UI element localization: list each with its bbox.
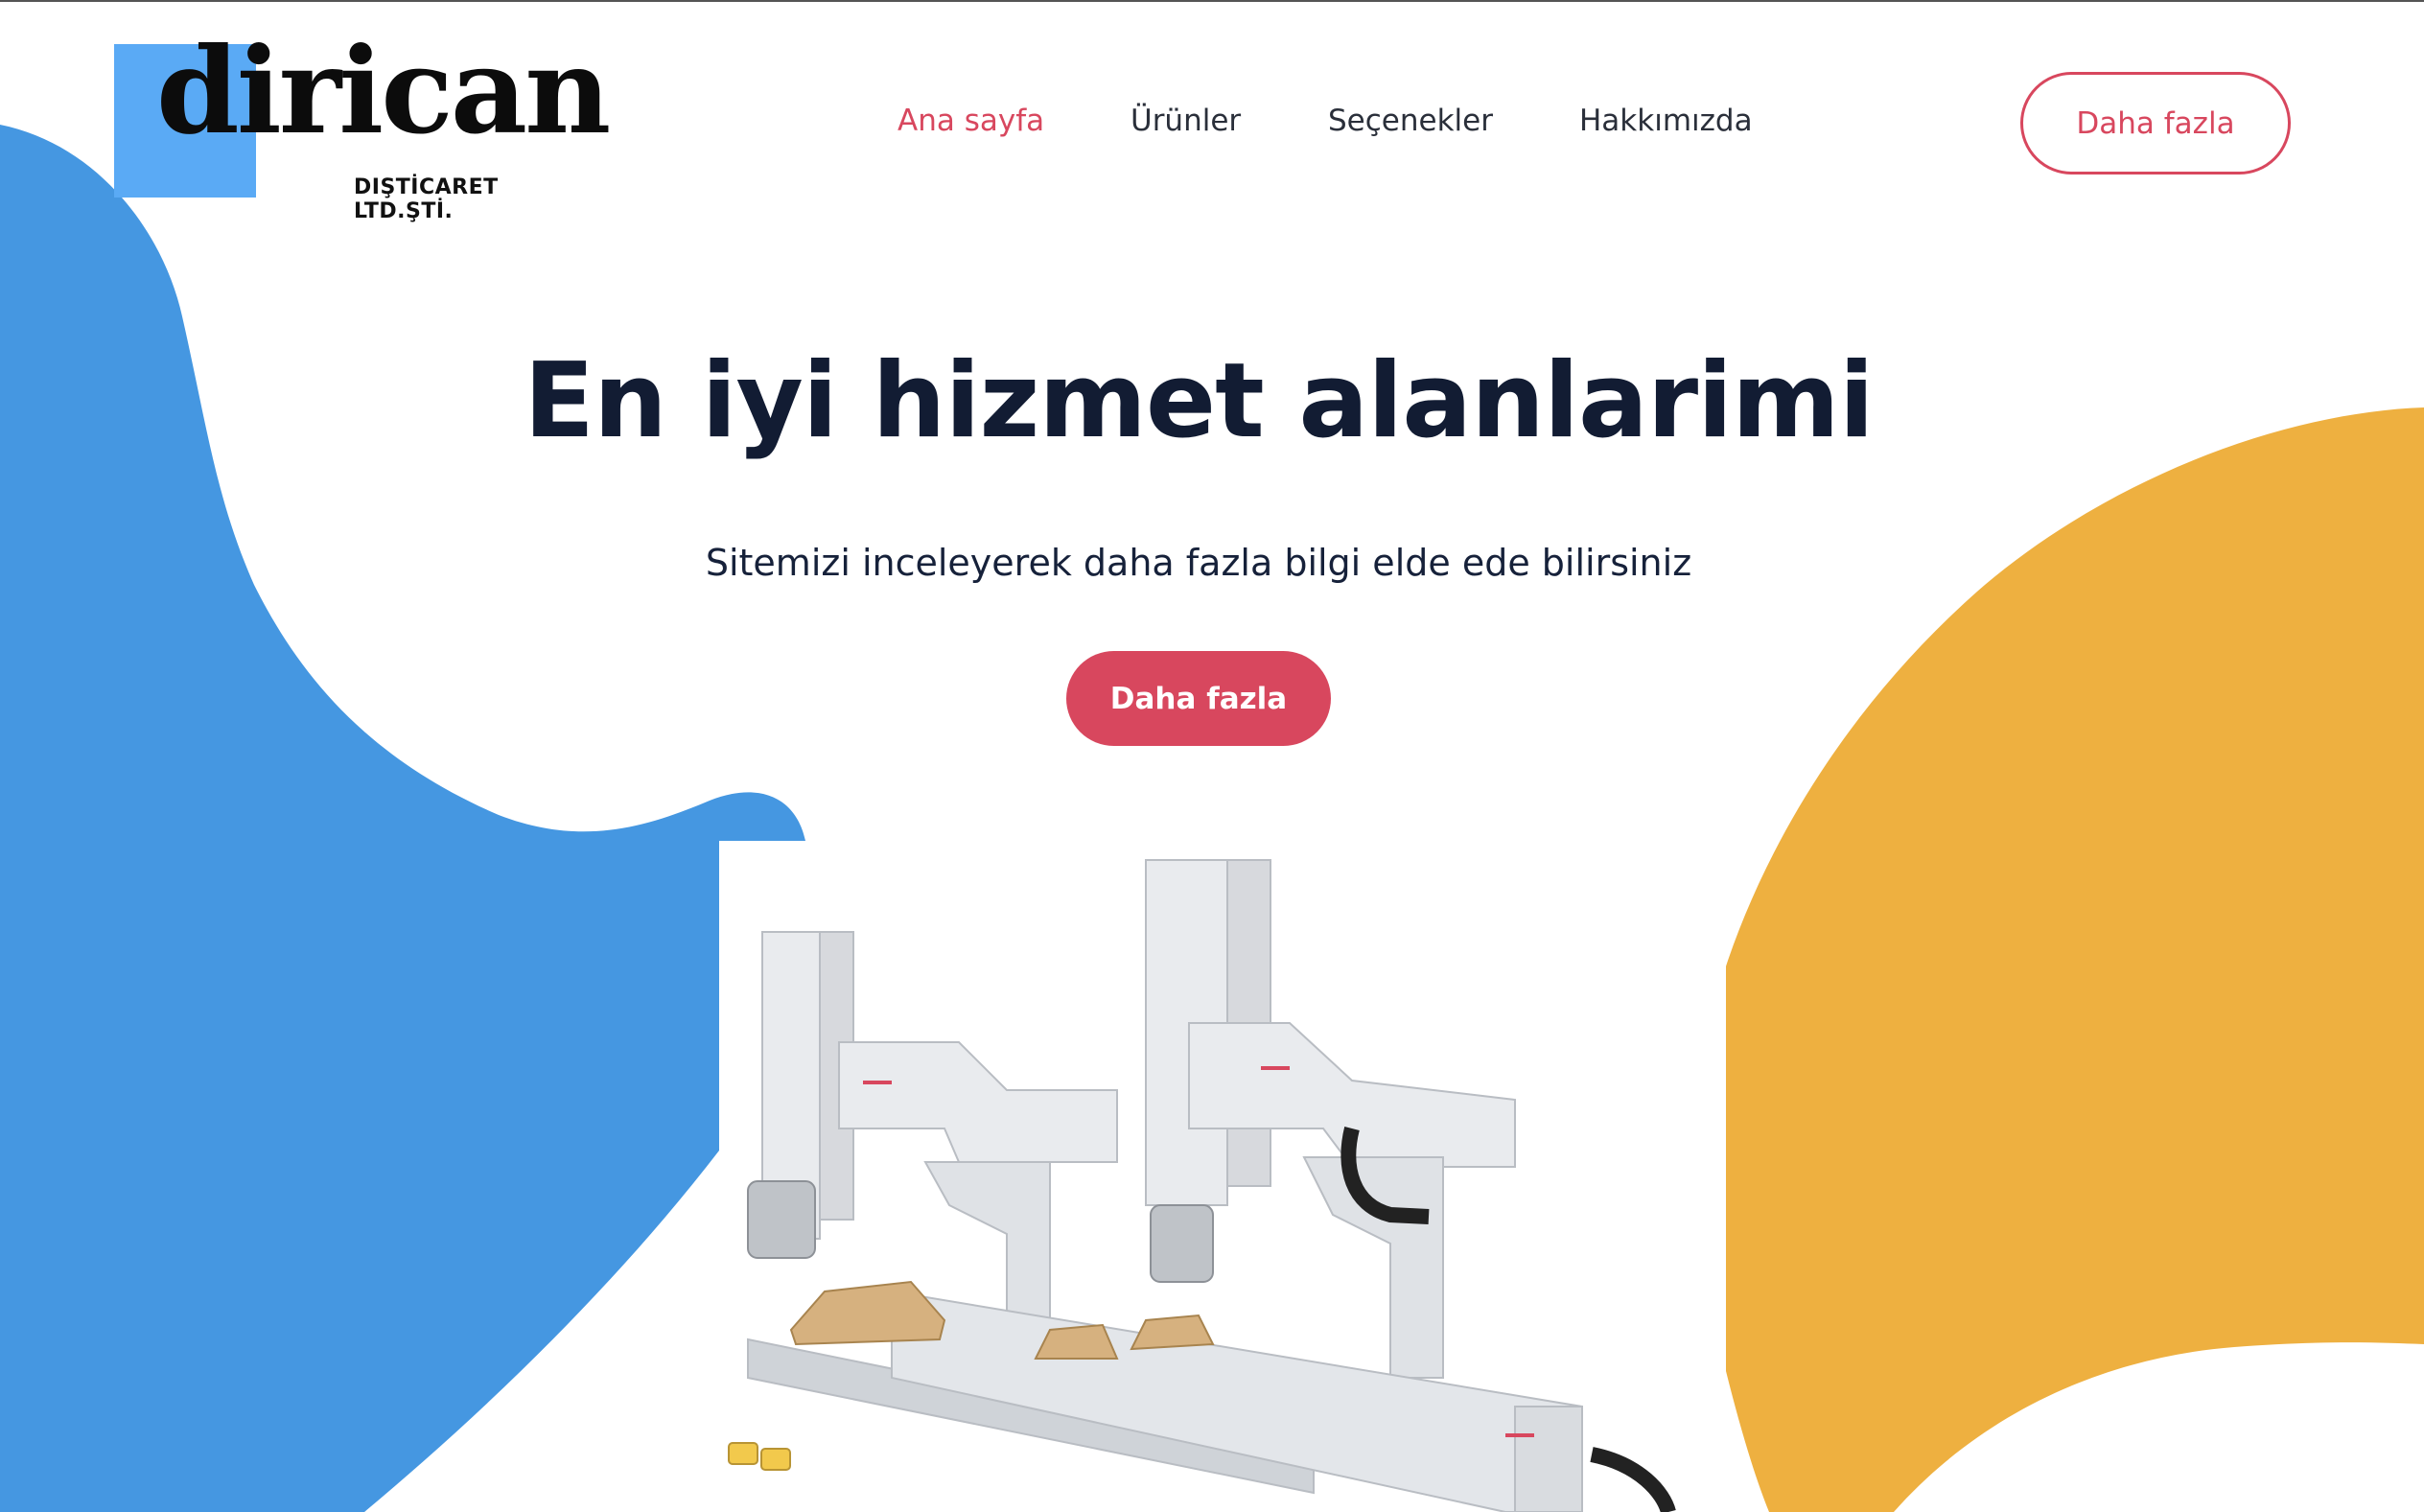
axis-label-x bbox=[1505, 1433, 1534, 1437]
header-more-button[interactable]: Daha fazla bbox=[2020, 72, 2291, 174]
logo-subtitle: DIŞTİCARET LTD.ŞTİ. bbox=[354, 175, 499, 223]
right-leg bbox=[1302, 1156, 1444, 1379]
nav-link-products[interactable]: Ürünler bbox=[1130, 104, 1241, 138]
foot-pedal-2 bbox=[760, 1448, 791, 1471]
right-spindle bbox=[1150, 1204, 1214, 1283]
hero-title: En iyi hizmet alanlarimi bbox=[524, 341, 1874, 461]
blue-blob bbox=[0, 125, 805, 1512]
left-workpiece bbox=[789, 1280, 946, 1346]
cnc-machine-image bbox=[728, 859, 1676, 1512]
cable-chain-base bbox=[1590, 1447, 1676, 1512]
left-spindle bbox=[747, 1180, 816, 1259]
rail-end bbox=[1514, 1406, 1583, 1512]
foot-pedal-1 bbox=[728, 1442, 758, 1465]
product-image bbox=[719, 841, 1726, 1512]
nav-link-about[interactable]: Hakkımızda bbox=[1579, 104, 1753, 138]
left-arm bbox=[838, 1041, 1118, 1163]
axis-label-y-right bbox=[1261, 1066, 1290, 1070]
hero-more-button[interactable]: Daha fazla bbox=[1066, 651, 1331, 746]
axis-label-y-left bbox=[863, 1081, 892, 1084]
nav-link-home[interactable]: Ana sayfa bbox=[897, 104, 1044, 138]
nav-link-options[interactable]: Seçenekler bbox=[1328, 104, 1493, 138]
right-workpiece bbox=[1130, 1314, 1215, 1351]
hero-subtitle: Sitemizi inceleyerek daha fazla bilgi el… bbox=[705, 542, 1692, 584]
